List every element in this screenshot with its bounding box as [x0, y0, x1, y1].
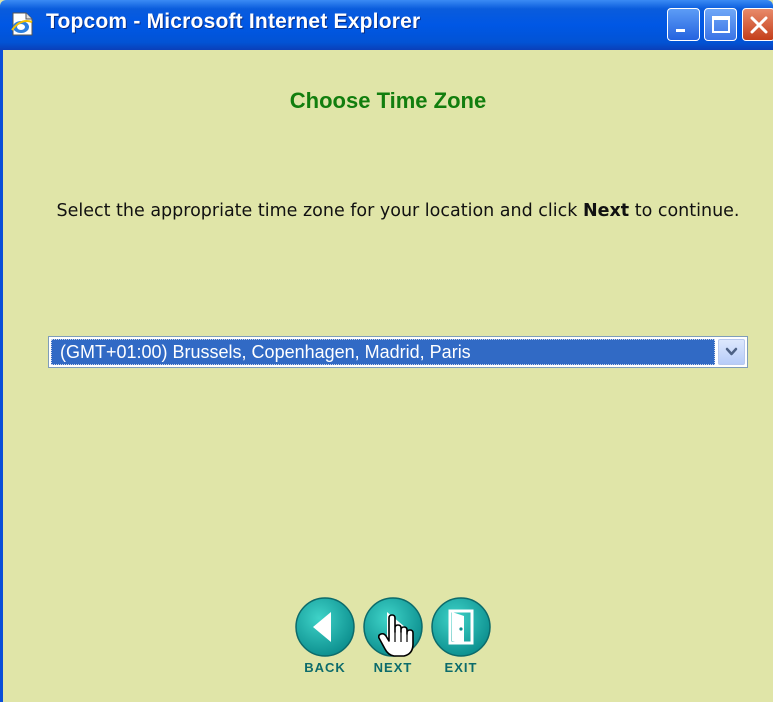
ie-page-icon [10, 12, 36, 36]
chevron-down-icon [725, 347, 738, 356]
instruction-next-keyword: Next [582, 201, 630, 221]
timezone-selected-value[interactable]: (GMT+01:00) Brussels, Copenhagen, Madrid… [51, 339, 715, 365]
maximize-button[interactable] [704, 8, 737, 41]
page-title: Choose Time Zone [289, 88, 487, 113]
instruction-text-end: to continue. [629, 201, 740, 221]
back-label: BACK [304, 660, 346, 675]
next-button[interactable]: NEXT [362, 596, 424, 680]
exit-label: EXIT [444, 660, 478, 675]
exit-door-icon [431, 597, 491, 657]
back-arrow-icon [295, 597, 355, 657]
close-button[interactable] [742, 8, 773, 41]
next-arrow-icon [363, 597, 423, 657]
exit-button[interactable]: EXIT [430, 596, 492, 680]
minimize-icon [676, 29, 685, 32]
browser-window: Topcom - Microsoft Internet Explorer Cho… [0, 0, 773, 702]
instruction-text: Select the appropriate time zone for you… [18, 196, 773, 226]
title-bar[interactable]: Topcom - Microsoft Internet Explorer [0, 0, 773, 50]
window-title: Topcom - Microsoft Internet Explorer [46, 10, 421, 33]
close-icon [750, 16, 768, 34]
dropdown-button[interactable] [718, 339, 745, 365]
timezone-select[interactable]: (GMT+01:00) Brussels, Copenhagen, Madrid… [48, 336, 748, 368]
minimize-button[interactable] [667, 8, 700, 41]
next-label: NEXT [373, 660, 413, 675]
instruction-text-start: Select the appropriate time zone for you… [56, 201, 583, 221]
maximize-icon [712, 16, 730, 33]
window-frame-left [0, 50, 3, 702]
back-button[interactable]: BACK [294, 596, 356, 680]
